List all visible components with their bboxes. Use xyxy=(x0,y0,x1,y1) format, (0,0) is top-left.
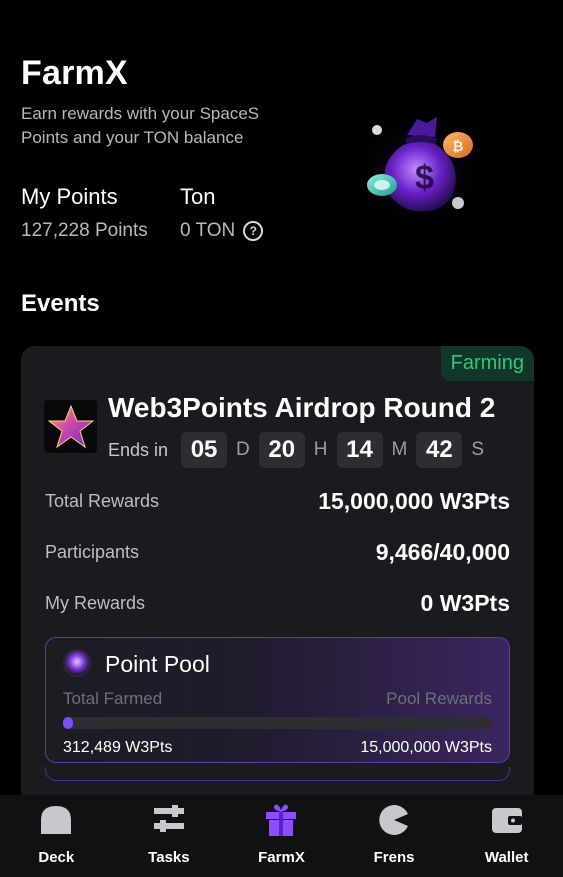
point-pool-card[interactable]: Point Pool Total Farmed Pool Rewards 312… xyxy=(45,637,510,763)
svg-text:₿: ₿ xyxy=(452,138,463,154)
question-circle-icon[interactable]: ? xyxy=(243,221,264,241)
nav-label-deck: Deck xyxy=(38,849,75,866)
ends-label: Ends in xyxy=(108,439,169,460)
svg-text:$: $ xyxy=(415,159,434,197)
events-heading: Events xyxy=(21,290,100,317)
ton-label: Ton xyxy=(180,184,216,209)
total-rewards-label: Total Rewards xyxy=(45,491,160,511)
pool-title: Point Pool xyxy=(105,651,210,677)
countdown-minutes-unit: M xyxy=(391,439,408,460)
pool-progress-fill xyxy=(63,717,73,729)
nav-item-farmx[interactable]: FarmX xyxy=(225,795,338,877)
status-badge: Farming xyxy=(440,346,534,381)
my-rewards-value: 0 W3Pts xyxy=(420,590,510,616)
countdown-minutes: 14 xyxy=(336,432,383,468)
total-rewards-value: 15,000,000 W3Pts xyxy=(318,488,510,514)
my-rewards-row: My Rewards 0 W3Pts xyxy=(45,590,510,617)
pool-progress-bar xyxy=(63,717,492,729)
nav-item-wallet[interactable]: Wallet xyxy=(450,795,563,877)
pool-icon xyxy=(63,649,91,677)
next-pool-card-edge xyxy=(45,767,510,781)
gift-icon xyxy=(264,803,298,837)
total-farmed-label: Total Farmed xyxy=(63,689,163,708)
pool-values: 312,489 W3Pts 15,000,000 W3Pts xyxy=(63,739,492,757)
event-title: Web3Points Airdrop Round 2 xyxy=(108,392,496,423)
money-bag-illustration: $ ₿ xyxy=(355,105,485,225)
nav-label-wallet: Wallet xyxy=(484,849,529,866)
total-farmed-value: 312,489 W3Pts xyxy=(63,739,173,756)
ton-value-row: 0 TON ? xyxy=(180,219,264,243)
ton-value: 0 TON xyxy=(180,220,236,241)
countdown-days: 05 xyxy=(181,432,228,468)
participants-label: Participants xyxy=(45,542,140,562)
points-stat: My Points 127,228 Points xyxy=(21,183,156,243)
star-icon xyxy=(44,400,97,453)
ton-stat: Ton 0 TON ? xyxy=(180,183,264,243)
stats-row: My Points 127,228 Points Ton 0 TON ? xyxy=(21,183,287,243)
countdown-days-unit: D xyxy=(236,439,250,460)
nav-item-tasks[interactable]: Tasks xyxy=(113,795,226,877)
points-value: 127,228 Points xyxy=(21,220,148,241)
nav-item-deck[interactable]: Deck xyxy=(0,795,113,877)
pool-rewards-label: Pool Rewards xyxy=(386,689,492,708)
event-card[interactable]: Farming Web3Points Airdrop Round 2 Ends … xyxy=(21,346,534,806)
countdown-seconds-unit: S xyxy=(471,439,485,460)
countdown-hours: 20 xyxy=(258,432,305,468)
nav-label-tasks: Tasks xyxy=(148,849,190,866)
points-label: My Points xyxy=(21,184,118,209)
hero: FarmX Earn rewards with your SpaceS Poin… xyxy=(21,52,341,150)
pool-labels: Total Farmed Pool Rewards xyxy=(63,689,492,709)
total-rewards-row: Total Rewards 15,000,000 W3Pts xyxy=(45,488,510,515)
deck-icon xyxy=(39,803,73,837)
countdown: Ends in 05 D 20 H 14 M 42 S xyxy=(108,432,493,468)
participants-value: 9,466/40,000 xyxy=(375,539,510,565)
countdown-seconds: 42 xyxy=(416,432,463,468)
frens-icon xyxy=(377,803,411,837)
bottom-nav: Deck Tasks FarmX Frens Wallet xyxy=(0,795,563,877)
nav-label-farmx: FarmX xyxy=(258,849,305,866)
wallet-icon xyxy=(490,803,524,837)
participants-row: Participants 9,466/40,000 xyxy=(45,539,510,566)
nav-label-frens: Frens xyxy=(373,849,415,866)
pool-rewards-value: 15,000,000 W3Pts xyxy=(360,739,492,756)
tasks-icon xyxy=(152,803,186,837)
page-title: FarmX xyxy=(21,54,128,92)
countdown-hours-unit: H xyxy=(313,439,328,460)
my-rewards-label: My Rewards xyxy=(45,593,146,613)
nav-item-frens[interactable]: Frens xyxy=(338,795,451,877)
page-subtitle: Earn rewards with your SpaceS Points and… xyxy=(21,104,260,147)
